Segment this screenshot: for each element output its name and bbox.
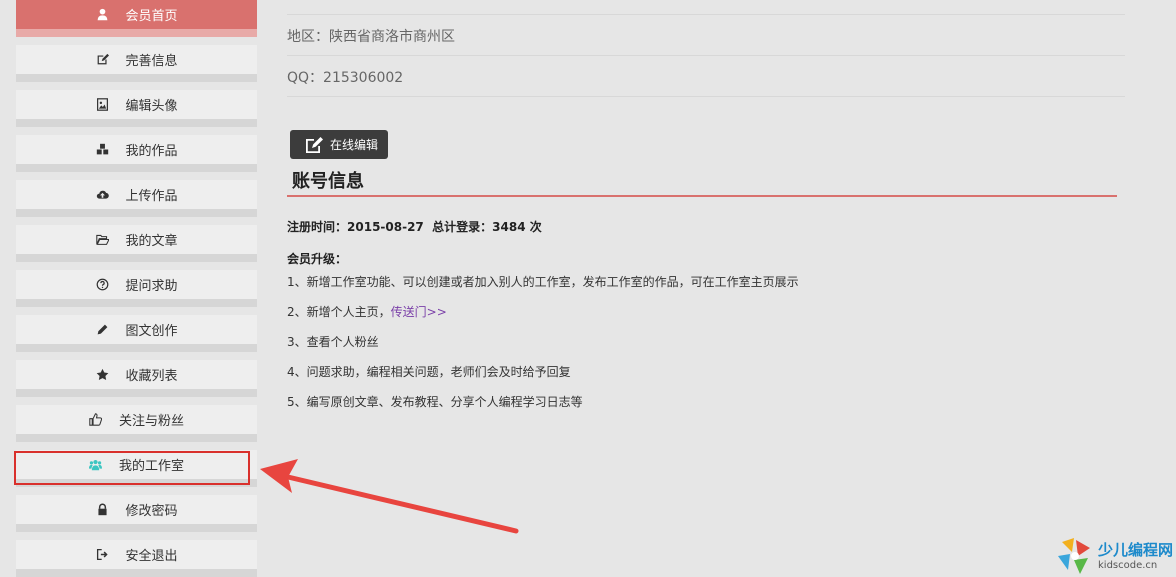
sidebar-item-label: 我的工作室 bbox=[118, 459, 184, 474]
cloud-upload-icon bbox=[95, 188, 109, 202]
sidebar-item-label: 完善信息 bbox=[125, 54, 178, 69]
pencil-icon bbox=[95, 323, 109, 337]
edit-icon bbox=[95, 53, 109, 67]
sidebar-item-edit-avatar[interactable]: 编辑头像 bbox=[16, 90, 257, 127]
star-icon bbox=[95, 368, 109, 382]
sidebar-item-ask-help[interactable]: 提问求助 bbox=[16, 270, 257, 307]
sign-out-icon bbox=[95, 548, 109, 562]
sidebar-item-label: 图文创作 bbox=[125, 324, 178, 339]
site-logo: 少儿编程网 kidscode.cn bbox=[1054, 536, 1176, 577]
sidebar-item-label: 安全退出 bbox=[125, 549, 178, 564]
feature-item: 5、编写原创文章、发布教程、分享个人编程学习日志等 bbox=[287, 395, 583, 409]
logo-text-cn: 少儿编程网 bbox=[1098, 540, 1174, 559]
sidebar-item-my-studio[interactable]: 我的工作室 bbox=[16, 450, 257, 487]
thumbs-up-icon bbox=[89, 413, 103, 427]
sidebar-item-label: 会员首页 bbox=[125, 9, 178, 24]
sidebar-item-member-home[interactable]: 会员首页 bbox=[16, 0, 257, 37]
divider bbox=[287, 14, 1125, 15]
online-edit-label: 在线编辑 bbox=[330, 138, 379, 152]
folder-open-icon bbox=[95, 233, 109, 247]
divider bbox=[287, 96, 1125, 97]
upgrade-title: 会员升级： bbox=[287, 252, 348, 266]
lock-icon bbox=[95, 503, 109, 517]
online-edit-button[interactable]: 在线编辑 bbox=[290, 130, 388, 159]
region-text: 地区：陕西省商洛市商州区 bbox=[287, 29, 455, 45]
sidebar-item-favorites[interactable]: 收藏列表 bbox=[16, 360, 257, 397]
logo-mark-icon bbox=[1058, 538, 1090, 574]
sidebar-item-upload-works[interactable]: 上传作品 bbox=[16, 180, 257, 217]
sidebar-item-my-articles[interactable]: 我的文章 bbox=[16, 225, 257, 262]
sidebar-item-graphic-creation[interactable]: 图文创作 bbox=[16, 315, 257, 352]
feature-text: 2、新增个人主页， bbox=[287, 305, 391, 319]
feature-item: 4、问题求助，编程相关问题，老师们会及时给予回复 bbox=[287, 365, 571, 379]
sidebar-item-complete-info[interactable]: 完善信息 bbox=[16, 45, 257, 82]
image-icon bbox=[95, 98, 109, 112]
sidebar-item-label: 我的文章 bbox=[125, 234, 178, 249]
section-divider bbox=[287, 195, 1117, 197]
sidebar-item-label: 关注与粉丝 bbox=[118, 414, 184, 429]
sidebar-item-my-works[interactable]: 我的作品 bbox=[16, 135, 257, 172]
registration-line: 注册时间：2015-08-27 总计登录：3484 次 bbox=[287, 218, 542, 235]
reg-date: 2015-08-27 bbox=[347, 220, 424, 234]
feature-item: 3、查看个人粉丝 bbox=[287, 335, 379, 349]
sidebar-item-label: 提问求助 bbox=[125, 279, 178, 294]
sidebar-item-logout[interactable]: 安全退出 bbox=[16, 540, 257, 577]
feature-item: 1、新增工作室功能、可以创建或者加入别人的工作室，发布工作室的作品，可在工作室主… bbox=[287, 275, 799, 289]
sidebar-item-label: 修改密码 bbox=[125, 504, 178, 519]
question-circle-icon bbox=[95, 278, 109, 292]
feature-item: 2、新增个人主页，传送门>> bbox=[287, 303, 447, 320]
account-info-title: 账号信息 bbox=[292, 171, 364, 192]
logo-text-en: kidscode.cn bbox=[1098, 559, 1158, 571]
reg-label: 注册时间： bbox=[287, 220, 348, 234]
sidebar-item-label: 上传作品 bbox=[125, 189, 178, 204]
sidebar-item-label: 收藏列表 bbox=[125, 369, 178, 384]
sidebar-item-label: 编辑头像 bbox=[125, 99, 178, 114]
annotation-arrow bbox=[260, 459, 519, 534]
login-count: 3484 次 bbox=[492, 220, 542, 234]
portal-link[interactable]: 传送门>> bbox=[391, 305, 447, 319]
edit-icon bbox=[306, 136, 323, 153]
sidebar-item-label: 我的作品 bbox=[125, 144, 178, 159]
divider bbox=[287, 55, 1125, 56]
cubes-icon bbox=[95, 143, 109, 157]
user-icon bbox=[95, 8, 109, 22]
sidebar-item-change-password[interactable]: 修改密码 bbox=[16, 495, 257, 532]
users-icon bbox=[89, 458, 103, 472]
qq-text: QQ：215306002 bbox=[287, 70, 404, 86]
login-label: 总计登录： bbox=[432, 220, 493, 234]
sidebar-item-follow-fans[interactable]: 关注与粉丝 bbox=[16, 405, 257, 442]
